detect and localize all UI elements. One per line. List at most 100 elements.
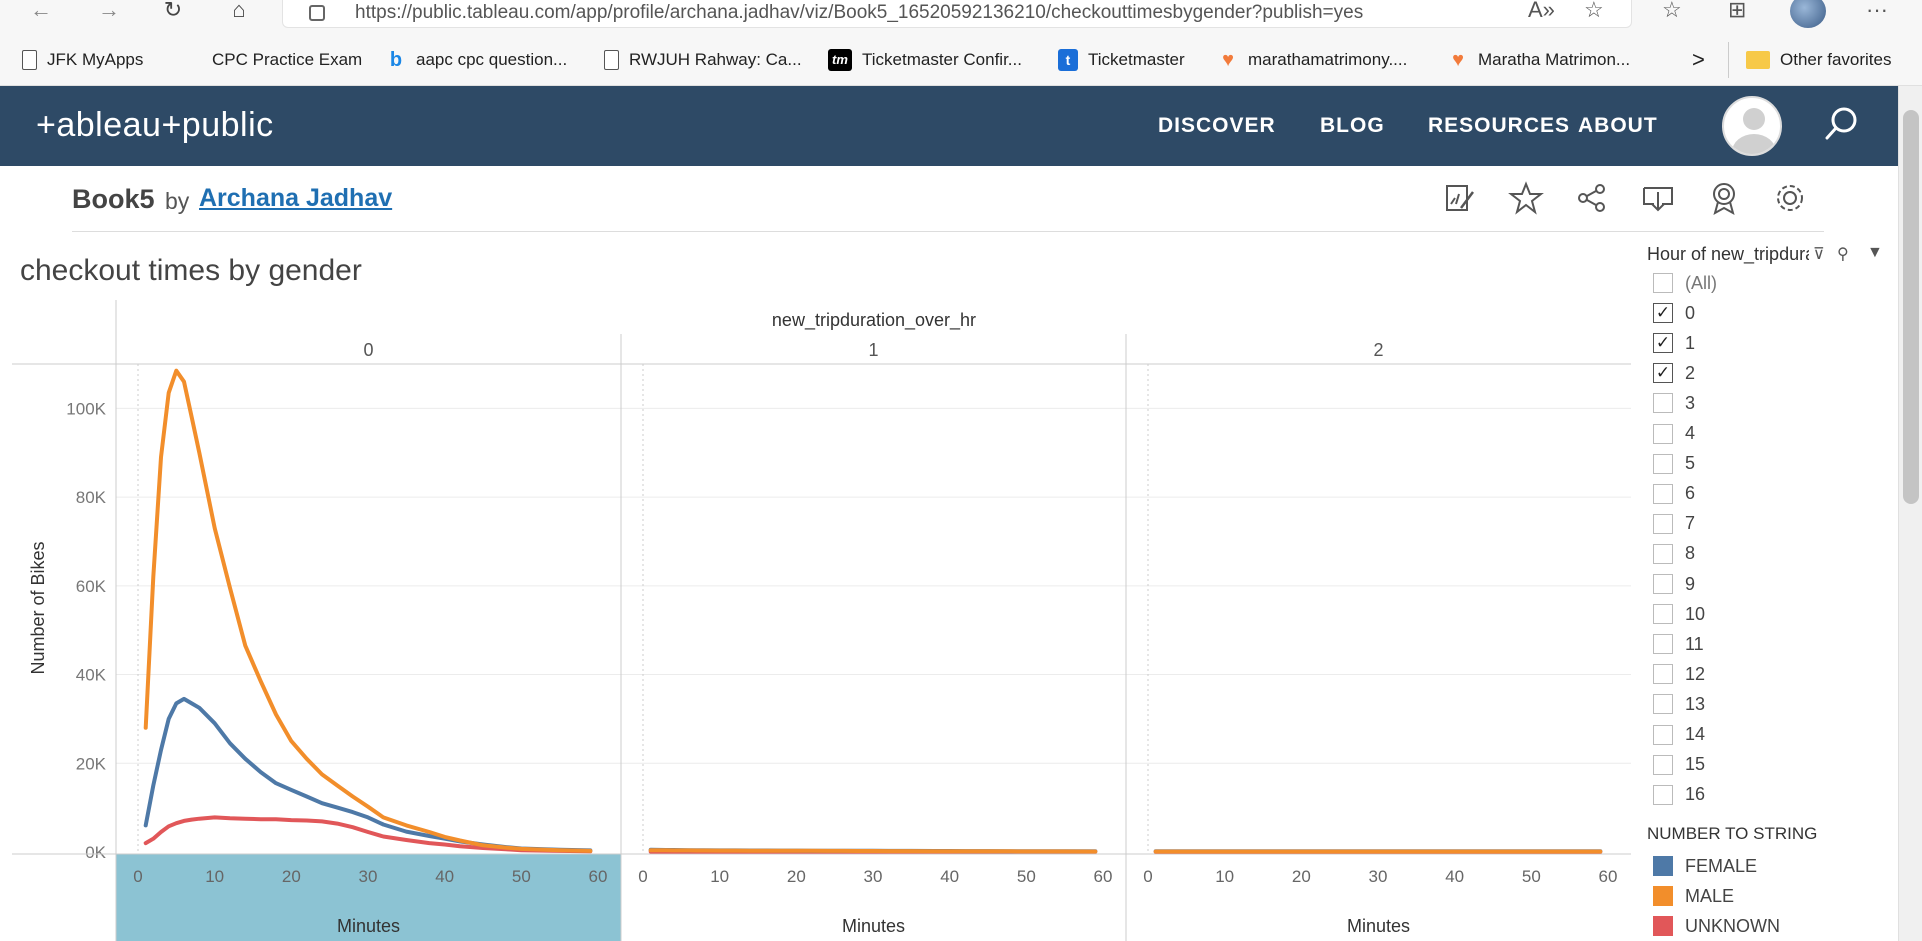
checkbox-unchecked[interactable] bbox=[1653, 483, 1673, 504]
bookmark-item[interactable]: ♥ Maratha Matrimon... bbox=[1448, 48, 1630, 72]
checkbox-unchecked[interactable] bbox=[1653, 664, 1673, 685]
x-tick-label: 50 bbox=[1017, 867, 1036, 886]
bookmark-item[interactable]: CPC Practice Exam bbox=[212, 48, 362, 72]
award-icon[interactable] bbox=[1706, 180, 1742, 216]
refresh-icon[interactable]: ↻ bbox=[154, 0, 192, 26]
nav-resources[interactable]: RESOURCES bbox=[1428, 114, 1570, 138]
filter-option[interactable]: ✓ 2 bbox=[1653, 360, 1695, 386]
legend-swatch bbox=[1653, 916, 1673, 936]
bookmark-item[interactable]: JFK MyApps bbox=[22, 48, 143, 72]
series-line-unknown bbox=[143, 815, 593, 854]
y-tick-label: 100K bbox=[66, 399, 106, 418]
filter-option[interactable]: 15 bbox=[1653, 752, 1705, 778]
checkbox-checked[interactable]: ✓ bbox=[1653, 363, 1673, 384]
filter-option[interactable]: 4 bbox=[1653, 421, 1695, 447]
filter-option[interactable]: 10 bbox=[1653, 601, 1705, 627]
checkbox-unchecked[interactable] bbox=[1653, 754, 1673, 775]
nav-blog[interactable]: BLOG bbox=[1320, 114, 1385, 138]
checkbox-checked[interactable]: ✓ bbox=[1653, 333, 1673, 354]
forward-arrow-icon[interactable]: → bbox=[90, 0, 128, 26]
page-scrollbar[interactable] bbox=[1898, 86, 1922, 941]
x-tick-label: 40 bbox=[940, 867, 959, 886]
checkbox-unchecked[interactable] bbox=[1653, 604, 1673, 625]
browser-profile-avatar[interactable] bbox=[1790, 0, 1826, 28]
legend-item[interactable]: UNKNOWN bbox=[1653, 914, 1780, 938]
panel-header: 0 bbox=[363, 340, 373, 360]
filter-option[interactable]: 9 bbox=[1653, 571, 1695, 597]
y-tick-label: 40K bbox=[76, 666, 107, 685]
filter-option[interactable]: 11 bbox=[1653, 631, 1704, 657]
filter-option[interactable]: 6 bbox=[1653, 481, 1695, 507]
legend-item[interactable]: MALE bbox=[1653, 884, 1734, 908]
checkbox-unchecked[interactable] bbox=[1653, 393, 1673, 414]
filter-search-icon[interactable]: ⚲ bbox=[1837, 244, 1849, 264]
nav-about[interactable]: ABOUT bbox=[1578, 114, 1658, 138]
filter-option-label: (All) bbox=[1685, 272, 1717, 293]
checkbox-unchecked[interactable] bbox=[1653, 273, 1673, 293]
checkbox-unchecked[interactable] bbox=[1653, 423, 1673, 444]
filter-title: Hour of new_tripduration_over_hr bbox=[1647, 244, 1809, 264]
filter-option[interactable]: 3 bbox=[1653, 390, 1695, 416]
home-icon[interactable]: ⌂ bbox=[220, 0, 258, 26]
x-tick-label: 50 bbox=[512, 867, 531, 886]
y-axis-label: Number of Bikes bbox=[28, 541, 48, 674]
checkbox-unchecked[interactable] bbox=[1653, 543, 1673, 564]
filter-menu-chevron-icon[interactable]: ▼ bbox=[1867, 244, 1883, 262]
bookmark-item[interactable]: RWJUH Rahway: Ca... bbox=[604, 48, 802, 72]
chart-plot-area: 0K20K40K60K80K100K00 10 20 30 40 50 60Minutes1… bbox=[12, 300, 1631, 941]
checkbox-unchecked[interactable] bbox=[1653, 634, 1673, 655]
scrollbar-thumb[interactable] bbox=[1903, 110, 1919, 504]
x-tick-label: 10 bbox=[205, 867, 224, 886]
filter-option-label: 7 bbox=[1685, 513, 1696, 534]
address-bar[interactable]: https://public.tableau.com/app/profile/a… bbox=[282, 0, 1632, 28]
checkbox-unchecked[interactable] bbox=[1653, 574, 1673, 594]
tableau-public-logo[interactable]: +ableau+public bbox=[36, 106, 274, 145]
back-arrow-icon[interactable]: ← bbox=[22, 0, 60, 26]
bookmark-item[interactable]: t Ticketmaster bbox=[1058, 48, 1185, 72]
checkbox-unchecked[interactable] bbox=[1653, 784, 1673, 805]
x-tick-label: 20 bbox=[282, 867, 301, 886]
checkbox-checked[interactable]: ✓ bbox=[1653, 303, 1673, 324]
gear-icon[interactable] bbox=[1772, 180, 1808, 216]
checkbox-unchecked[interactable] bbox=[1653, 694, 1673, 715]
filter-option[interactable]: ✓ 0 bbox=[1653, 300, 1695, 326]
checkbox-unchecked[interactable] bbox=[1653, 453, 1673, 474]
clear-filter-icon[interactable]: ⊽ bbox=[1813, 244, 1825, 264]
more-options-icon[interactable]: ··· bbox=[1866, 0, 1888, 21]
share-icon[interactable] bbox=[1574, 180, 1610, 216]
filter-option[interactable]: ✓ 1 bbox=[1653, 330, 1695, 356]
filter-option[interactable]: 16 bbox=[1653, 782, 1705, 808]
bookmark-item[interactable]: tm Ticketmaster Confir... bbox=[828, 48, 1022, 72]
filter-option[interactable]: 13 bbox=[1653, 691, 1705, 717]
filter-option[interactable]: 8 bbox=[1653, 541, 1695, 567]
legend-item[interactable]: FEMALE bbox=[1653, 854, 1757, 878]
workbook-author-link[interactable]: Archana Jadhav bbox=[199, 184, 392, 213]
x-tick-label: 60 bbox=[1599, 867, 1618, 886]
edit-icon[interactable] bbox=[1442, 180, 1478, 216]
collections-icon[interactable]: ⊞ bbox=[1728, 0, 1746, 21]
x-tick-label: 10 bbox=[710, 867, 729, 886]
nav-discover[interactable]: DISCOVER bbox=[1158, 114, 1276, 138]
checkbox-unchecked[interactable] bbox=[1653, 724, 1673, 745]
search-icon[interactable] bbox=[1824, 106, 1858, 142]
filter-option[interactable]: 7 bbox=[1653, 511, 1695, 537]
more-bookmarks-chevron-icon[interactable]: > bbox=[1692, 47, 1705, 72]
user-avatar[interactable] bbox=[1722, 96, 1782, 156]
star-icon[interactable] bbox=[1508, 180, 1544, 216]
filter-option[interactable]: 14 bbox=[1653, 722, 1705, 748]
download-icon[interactable] bbox=[1640, 180, 1676, 216]
folder-icon bbox=[1746, 51, 1770, 69]
add-favorite-icon[interactable]: ☆ bbox=[1584, 0, 1604, 21]
filter-option[interactable]: (All) bbox=[1653, 270, 1717, 296]
line-chart[interactable]: new_tripduration_over_hr Number of Bikes… bbox=[0, 300, 1640, 941]
panel-header: 1 bbox=[868, 340, 878, 360]
filter-option[interactable]: 12 bbox=[1653, 661, 1705, 687]
bookmark-item[interactable]: b aapc cpc question... bbox=[386, 48, 567, 72]
bookmark-item[interactable]: ♥ marathamatrimony.... bbox=[1218, 48, 1407, 72]
read-aloud-icon[interactable]: A» bbox=[1528, 0, 1555, 21]
other-favorites[interactable]: Other favorites bbox=[1746, 48, 1892, 72]
checkbox-unchecked[interactable] bbox=[1653, 513, 1673, 534]
filter-option[interactable]: 5 bbox=[1653, 451, 1695, 477]
favorites-icon[interactable]: ☆ bbox=[1662, 0, 1682, 21]
filter-option-label: 2 bbox=[1685, 362, 1696, 383]
